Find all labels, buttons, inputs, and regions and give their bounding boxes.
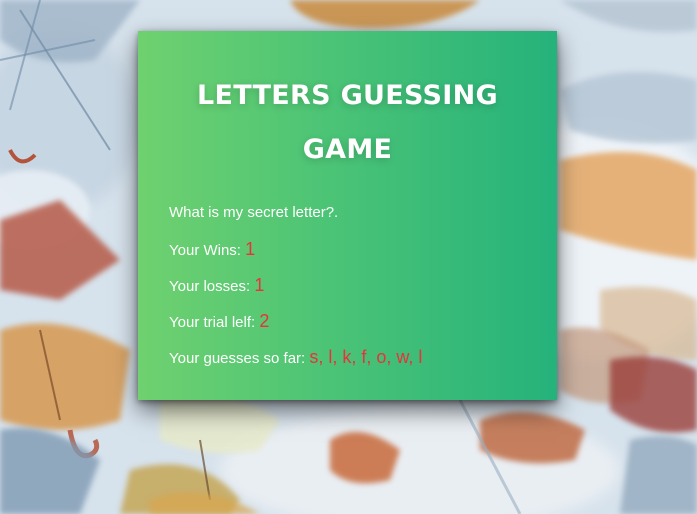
guesses-label: Your guesses so far: [169,350,306,367]
wins-value: 1 [245,239,256,259]
game-title-line-2: GAME [302,134,393,165]
game-title: LETTERS GUESSING GAME [138,31,557,177]
prompt-text: What is my secret letter?. [169,204,339,221]
wins-label: Your Wins: [169,242,241,259]
losses-label: Your losses: [169,278,251,295]
guesses-row: Your guesses so far: s, l, k, f, o, w, l [169,345,422,381]
game-stats: What is my secret letter?. Your Wins: 1 … [169,201,422,381]
trials-value: 2 [259,311,270,331]
losses-value: 1 [254,275,265,295]
trials-label: Your trial lelf: [169,314,256,331]
guesses-value: s, l, k, f, o, w, l [309,347,423,367]
losses-row: Your losses: 1 [169,273,422,309]
wins-row: Your Wins: 1 [169,237,422,273]
trials-row: Your trial lelf: 2 [169,309,422,345]
game-title-line-1: LETTERS GUESSING [197,80,498,111]
prompt-row: What is my secret letter?. [169,201,422,237]
game-card: LETTERS GUESSING GAME What is my secret … [138,31,557,400]
